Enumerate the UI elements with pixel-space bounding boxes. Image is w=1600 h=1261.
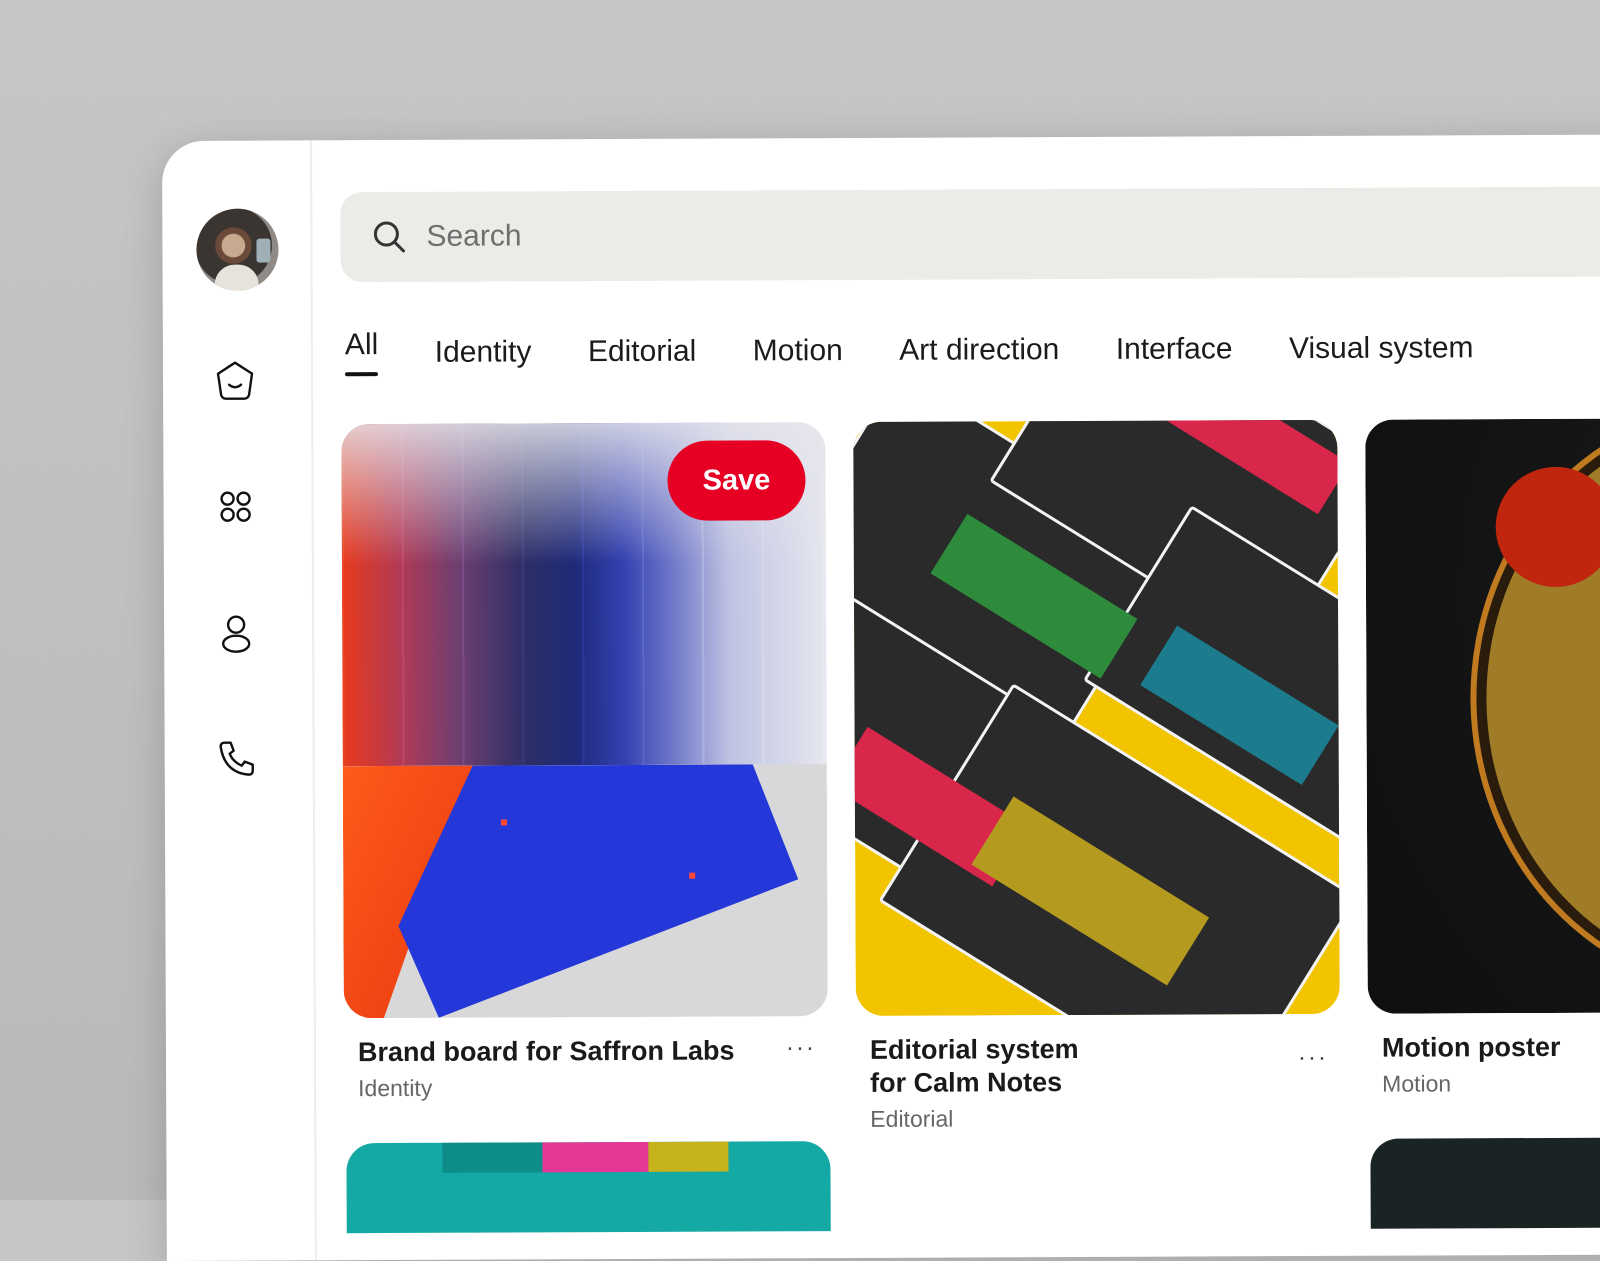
abstract-shapes	[342, 764, 799, 1019]
pin-artwork	[853, 419, 1340, 1016]
search-bar[interactable]	[340, 186, 1600, 283]
pin-image[interactable]	[1365, 417, 1600, 1014]
tab-editorial[interactable]: Editorial	[588, 335, 697, 383]
pin-title[interactable]: Editorial system for Calm Notes	[856, 1033, 1100, 1100]
pin-card[interactable]: Motion poster Motion	[1365, 417, 1600, 1098]
preview-block	[442, 1142, 543, 1173]
pin-card[interactable]: Save ··· Brand board for Saffron Labs Id…	[341, 422, 828, 1102]
pin-title[interactable]: Motion poster	[1368, 1030, 1600, 1065]
tab-identity[interactable]: Identity	[435, 335, 532, 383]
save-button[interactable]: Save	[667, 440, 806, 521]
pin-category: Editorial	[870, 1105, 954, 1132]
pin-artwork	[1365, 417, 1600, 1014]
sidebar	[162, 140, 317, 1261]
avatar[interactable]	[196, 208, 279, 291]
avatar-phone	[256, 238, 271, 263]
tab-interface[interactable]: Interface	[1116, 332, 1233, 381]
pin-category: Motion	[1382, 1070, 1452, 1097]
pin-card[interactable]: ··· Editorial system for Calm Notes Edit…	[853, 419, 1340, 1133]
tab-art-direction[interactable]: Art direction	[899, 333, 1059, 382]
more-options-icon[interactable]: ···	[786, 1034, 816, 1062]
more-options-icon[interactable]: ···	[1298, 1044, 1328, 1072]
tab-visual-system[interactable]: Visual system	[1289, 331, 1474, 380]
preview-block	[648, 1141, 729, 1172]
pin-title[interactable]: Brand board for Saffron Labs	[344, 1034, 738, 1069]
avatar-shirt	[214, 264, 259, 291]
grid-icon[interactable]	[214, 485, 258, 529]
main-content: All Identity Editorial Motion Art direct…	[310, 134, 1600, 1260]
search-input[interactable]	[424, 214, 1329, 255]
pin-category: Identity	[358, 1074, 433, 1102]
pin-image[interactable]	[853, 419, 1340, 1016]
profile-icon[interactable]	[214, 611, 258, 655]
search-icon	[373, 221, 405, 253]
pin-preview[interactable]	[346, 1141, 831, 1234]
preview-block	[542, 1141, 649, 1173]
category-tabs: All Identity Editorial Motion Art direct…	[345, 323, 1526, 388]
pin-image[interactable]: Save	[341, 422, 828, 1019]
app-window: All Identity Editorial Motion Art direct…	[162, 134, 1600, 1261]
tab-all[interactable]: All	[345, 328, 379, 376]
pin-preview[interactable]	[1370, 1136, 1600, 1229]
home-icon[interactable]	[213, 359, 257, 403]
tab-motion[interactable]: Motion	[753, 334, 843, 382]
phone-icon[interactable]	[215, 737, 259, 781]
